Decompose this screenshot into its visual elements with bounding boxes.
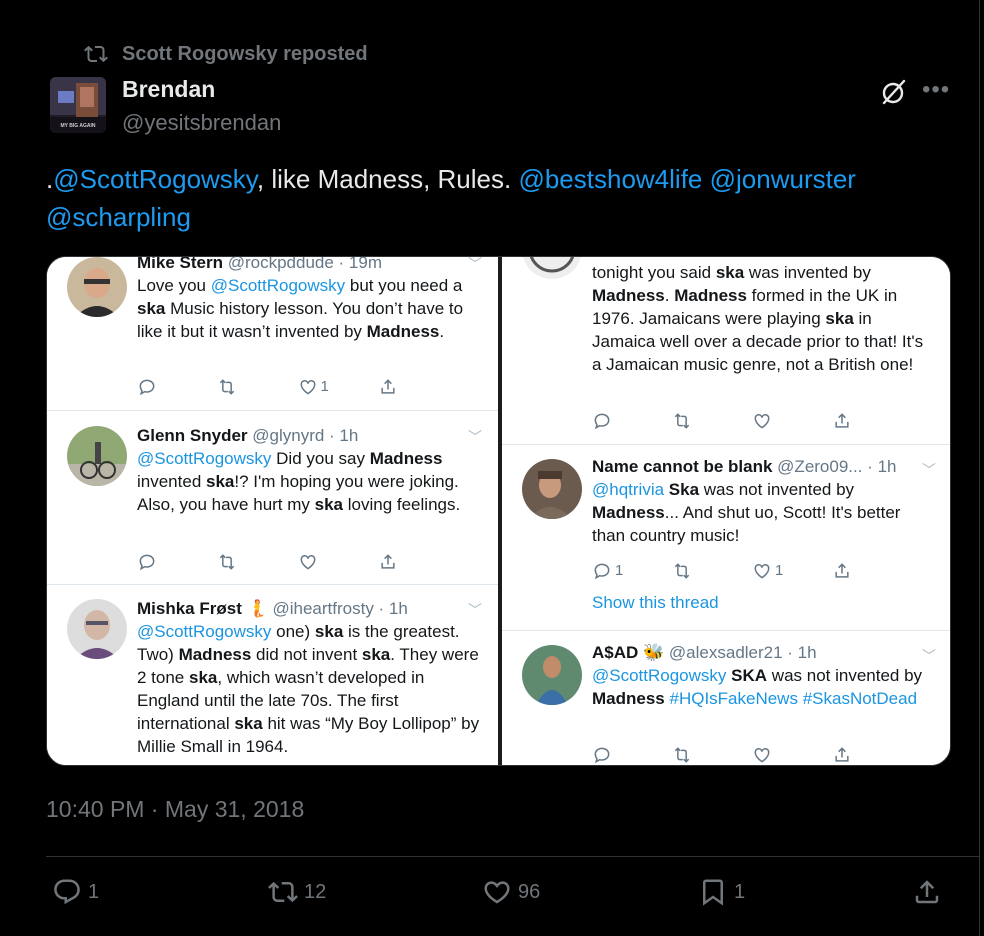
retweet-icon	[220, 554, 235, 570]
tweet-body: , like Madness, Rules.	[256, 164, 519, 194]
repost-label: Scott Rogowsky reposted	[122, 42, 368, 65]
more-options-icon[interactable]: •••	[922, 76, 950, 104]
heart-icon	[300, 554, 315, 570]
heart-icon	[754, 747, 770, 763]
mention-jonwurster[interactable]: @jonwurster	[710, 164, 856, 194]
embedded-reply-continued: tonight you said ska was invented by Mad…	[502, 257, 950, 445]
reply-text: @hqtrivia Ska was not invented by Madnes…	[592, 480, 901, 545]
timeline-border	[979, 0, 980, 936]
share-button[interactable]	[912, 872, 948, 912]
reply-actions: 1 1	[592, 559, 912, 582]
reply-reply-count: 1	[615, 562, 624, 579]
reply-text: Love you @ScottRogowsky but you need a s…	[137, 276, 464, 341]
tweet-timestamp[interactable]: 10:40 PM · May 31, 2018	[46, 796, 304, 823]
reply-handle: @iheartfrosty · 1h	[272, 599, 408, 618]
reply-handle: @glynyrd · 1h	[252, 426, 359, 445]
reply-icon	[139, 554, 155, 571]
reply-text: @ScottRogowsky one) ska is the greatest.…	[137, 622, 480, 756]
reply-icon	[594, 413, 610, 430]
reply-actions	[592, 745, 912, 765]
heart-icon	[754, 563, 770, 579]
share-icon	[381, 554, 395, 569]
embedded-reply-mike-stern: ﹀ Mike Stern @rockpddude · 19m Love you …	[47, 257, 498, 411]
reply-text: @ScottRogowsky Did you say Madness inven…	[137, 449, 461, 514]
divider	[46, 856, 980, 857]
repost-icon	[268, 881, 298, 903]
like-button[interactable]: 96	[482, 872, 540, 912]
reply-actions	[592, 411, 912, 431]
heart-icon	[300, 379, 315, 395]
reply-icon	[594, 563, 610, 579]
retweet-icon	[674, 413, 690, 429]
repost-context[interactable]: Scott Rogowsky reposted	[84, 42, 368, 66]
embedded-reply-name-cannot-be-blank: ﹀ Name cannot be blank @Zero09... · 1h @…	[502, 445, 950, 631]
reply-button[interactable]: 1	[52, 872, 99, 912]
avatar-caption: MY BIG AGAIN	[60, 123, 96, 129]
avatar	[67, 599, 127, 659]
reply-name: Mishka Frøst	[137, 599, 242, 618]
reply-handle: @alexsadler21 · 1h	[668, 643, 817, 662]
share-icon	[915, 880, 939, 904]
author-name[interactable]: Brendan	[122, 76, 215, 103]
reply-count: 1	[88, 880, 100, 903]
reply-name: Glenn Snyder	[137, 426, 248, 445]
repost-icon	[84, 45, 108, 63]
bookmark-count: 1	[734, 880, 746, 903]
reply-handle: @rockpddude · 19m	[227, 257, 382, 272]
tweet-space	[702, 164, 709, 194]
show-this-thread-link: Show this thread	[592, 593, 719, 612]
screenshot-right: tonight you said ska was invented by Mad…	[502, 257, 950, 765]
mention-scottrogowsky[interactable]: @ScottRogowsky	[53, 164, 257, 194]
reply-icon	[594, 747, 610, 764]
grok-icon[interactable]	[880, 78, 908, 106]
heart-icon	[754, 413, 770, 429]
reply-like-count: 1	[775, 562, 784, 579]
author-handle[interactable]: @yesitsbrendan	[122, 110, 281, 136]
bookmark-icon	[703, 879, 723, 906]
retweet-icon	[220, 378, 235, 395]
embedded-reply-asad: ﹀ A$AD 🐝 @alexsadler21 · 1h @ScottRogows…	[502, 631, 950, 765]
repost-count: 12	[304, 880, 327, 903]
share-icon	[835, 413, 849, 428]
reply-icon	[139, 379, 155, 395]
bookmark-button[interactable]: 1	[698, 872, 745, 912]
avatar	[522, 459, 582, 519]
reply-icon	[54, 879, 80, 905]
repost-button[interactable]: 12	[268, 872, 326, 912]
author-avatar[interactable]: MY BIG AGAIN	[50, 77, 106, 133]
mention-scharpling[interactable]: @scharpling	[46, 202, 191, 232]
heart-icon	[484, 881, 510, 904]
avatar	[522, 645, 582, 705]
share-icon	[381, 378, 395, 394]
share-icon	[835, 747, 849, 762]
avatar	[67, 257, 127, 317]
like-count: 96	[518, 880, 541, 903]
reply-text: tonight you said ska was invented by Mad…	[592, 263, 924, 374]
mention-bestshow4life[interactable]: @bestshow4life	[518, 164, 702, 194]
tweet-text: .@ScottRogowsky, like Madness, Rules. @b…	[46, 160, 946, 236]
reply-handle: @Zero09... · 1h	[777, 457, 897, 476]
retweet-icon	[674, 562, 690, 579]
reply-name: Mike Stern	[137, 257, 223, 272]
reply-like-count: 1	[320, 378, 329, 395]
tweet-action-bar: 1 12 96 1	[52, 872, 942, 912]
embedded-reply-mishka-frost: ﹀ Mishka Frøst 🧜 @iheartfrosty · 1h @Sco…	[47, 585, 498, 765]
share-icon	[835, 562, 849, 578]
screenshot-left: ﹀ Mike Stern @rockpddude · 19m Love you …	[47, 257, 498, 765]
reply-actions	[137, 552, 458, 572]
reply-name: Name cannot be blank	[592, 457, 773, 476]
avatar	[67, 426, 127, 486]
tweet-media-image[interactable]: ﹀ Mike Stern @rockpddude · 19m Love you …	[46, 256, 951, 766]
reply-text: @ScottRogowsky SKA was not invented by M…	[592, 666, 923, 708]
retweet-icon	[674, 747, 690, 763]
reply-actions: 1	[137, 375, 458, 398]
avatar	[522, 257, 582, 279]
embedded-reply-glenn-snyder: ﹀ Glenn Snyder @glynyrd · 1h @ScottRogow…	[47, 412, 498, 585]
reply-name: A$AD	[592, 643, 639, 662]
